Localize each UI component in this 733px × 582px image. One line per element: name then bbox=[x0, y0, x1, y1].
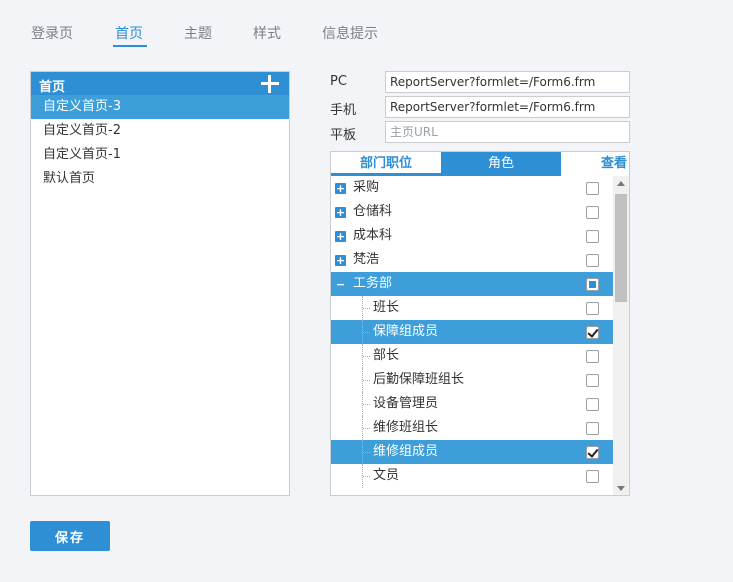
tree-node-label: 班长 bbox=[373, 300, 400, 315]
tree-node-checkbox[interactable] bbox=[586, 422, 599, 435]
tree-connector bbox=[363, 452, 370, 453]
tree-connector bbox=[363, 356, 370, 357]
tree-node[interactable]: 后勤保障班组长 bbox=[331, 368, 613, 392]
tree-node[interactable]: + 梵浩 bbox=[331, 248, 613, 272]
collapse-minus-icon[interactable]: − bbox=[335, 279, 346, 290]
tree-node[interactable]: + 采购 bbox=[331, 176, 613, 200]
top-tab-bar: 登录页 首页 主题 样式 信息提示 bbox=[0, 0, 733, 50]
tree-connector bbox=[363, 428, 370, 429]
tree-node-checkbox[interactable] bbox=[586, 446, 599, 459]
tree-node[interactable]: 部长 bbox=[331, 344, 613, 368]
tree-scrollbar[interactable] bbox=[613, 176, 629, 495]
tree-node-label: 采购 bbox=[353, 180, 380, 195]
tree-node-label: 维修组成员 bbox=[373, 444, 439, 459]
mobile-url-input[interactable] bbox=[385, 96, 630, 118]
home-panel-header: 首页 bbox=[31, 72, 289, 95]
tree-node[interactable]: 文员 bbox=[331, 464, 613, 488]
active-tab-indicator bbox=[113, 45, 147, 47]
tree-node-checkbox[interactable] bbox=[586, 206, 599, 219]
tab-role[interactable]: 角色 bbox=[441, 152, 561, 176]
scroll-thumb[interactable] bbox=[615, 194, 627, 302]
permission-panel: 部门职位 角色 查看 + 采购 + 仓储科 + 成本科 + 梵浩 − 工务部 班… bbox=[330, 151, 630, 496]
pc-url-row: PC bbox=[330, 71, 630, 93]
tree-node-checkbox[interactable] bbox=[586, 470, 599, 483]
tree-node[interactable]: − 工务部 bbox=[331, 272, 613, 296]
expand-plus-icon[interactable]: + bbox=[335, 255, 346, 266]
expand-plus-icon[interactable]: + bbox=[335, 231, 346, 242]
tree-node-label: 维修班组长 bbox=[373, 420, 439, 435]
tree-node-label: 部长 bbox=[373, 348, 400, 363]
tree-connector bbox=[363, 476, 370, 477]
tree-node-checkbox[interactable] bbox=[586, 374, 599, 387]
department-tree: + 采购 + 仓储科 + 成本科 + 梵浩 − 工务部 班长 保障组成员 部长 … bbox=[331, 176, 613, 495]
tree-node[interactable]: 保障组成员 bbox=[331, 320, 613, 344]
tree-node[interactable]: 班长 bbox=[331, 296, 613, 320]
tab-login-page[interactable]: 登录页 bbox=[31, 23, 73, 43]
tab-department-position[interactable]: 部门职位 bbox=[331, 152, 441, 176]
tab-theme[interactable]: 主题 bbox=[184, 23, 212, 43]
tree-node[interactable]: + 成本科 bbox=[331, 224, 613, 248]
tree-node-label: 工务部 bbox=[353, 276, 393, 291]
tablet-url-input[interactable] bbox=[385, 121, 630, 143]
home-page-item[interactable]: 自定义首页-3 bbox=[31, 95, 289, 119]
tree-connector bbox=[363, 404, 370, 405]
tree-node-checkbox[interactable] bbox=[586, 326, 599, 339]
tree-node-checkbox[interactable] bbox=[586, 302, 599, 315]
tree-node[interactable]: + 仓储科 bbox=[331, 200, 613, 224]
tree-node-checkbox[interactable] bbox=[586, 254, 599, 267]
tree-connector bbox=[363, 308, 370, 309]
tab-message-tip[interactable]: 信息提示 bbox=[322, 23, 378, 43]
tree-node-label: 设备管理员 bbox=[373, 396, 439, 411]
tab-view[interactable]: 查看 bbox=[561, 152, 629, 176]
tree-node-label: 成本科 bbox=[353, 228, 393, 243]
mobile-url-row: 手机 bbox=[330, 96, 630, 118]
tree-node-checkbox[interactable] bbox=[586, 182, 599, 195]
scroll-down-arrow-icon[interactable] bbox=[617, 486, 625, 491]
tree-node-label: 后勤保障班组长 bbox=[373, 372, 465, 387]
pc-url-input[interactable] bbox=[385, 71, 630, 93]
tree-node[interactable]: 设备管理员 bbox=[331, 392, 613, 416]
pc-url-label: PC bbox=[330, 74, 347, 89]
tree-node[interactable]: 维修班组长 bbox=[331, 416, 613, 440]
mobile-url-label: 手机 bbox=[330, 103, 357, 118]
save-button[interactable]: 保存 bbox=[30, 521, 110, 551]
tree-node-checkbox[interactable] bbox=[586, 350, 599, 363]
plus-icon[interactable] bbox=[261, 75, 279, 93]
tab-home-page[interactable]: 首页 bbox=[115, 23, 143, 43]
home-page-list: 自定义首页-3 自定义首页-2 自定义首页-1 默认首页 bbox=[31, 95, 289, 191]
permission-tab-bar: 部门职位 角色 查看 bbox=[331, 152, 629, 176]
tree-node-checkbox[interactable] bbox=[586, 398, 599, 411]
home-page-item[interactable]: 默认首页 bbox=[31, 167, 289, 191]
tab-style[interactable]: 样式 bbox=[253, 23, 281, 43]
home-page-item[interactable]: 自定义首页-2 bbox=[31, 119, 289, 143]
tree-node-label: 仓储科 bbox=[353, 204, 393, 219]
tree-node-label: 保障组成员 bbox=[373, 324, 439, 339]
tree-node-label: 文员 bbox=[373, 468, 400, 483]
tree-node-label: 梵浩 bbox=[353, 252, 380, 267]
home-panel-title: 首页 bbox=[39, 80, 66, 95]
tree-node[interactable]: 维修组成员 bbox=[331, 440, 613, 464]
home-page-list-panel: 首页 自定义首页-3 自定义首页-2 自定义首页-1 默认首页 bbox=[30, 71, 290, 496]
tablet-url-label: 平板 bbox=[330, 128, 357, 143]
tablet-url-row: 平板 bbox=[330, 121, 630, 143]
tree-connector bbox=[363, 380, 370, 381]
scroll-up-arrow-icon[interactable] bbox=[617, 181, 625, 186]
home-page-item[interactable]: 自定义首页-1 bbox=[31, 143, 289, 167]
expand-plus-icon[interactable]: + bbox=[335, 207, 346, 218]
tree-node-checkbox[interactable] bbox=[586, 230, 599, 243]
tree-node-checkbox[interactable] bbox=[586, 278, 599, 291]
tree-connector bbox=[363, 332, 370, 333]
expand-plus-icon[interactable]: + bbox=[335, 183, 346, 194]
